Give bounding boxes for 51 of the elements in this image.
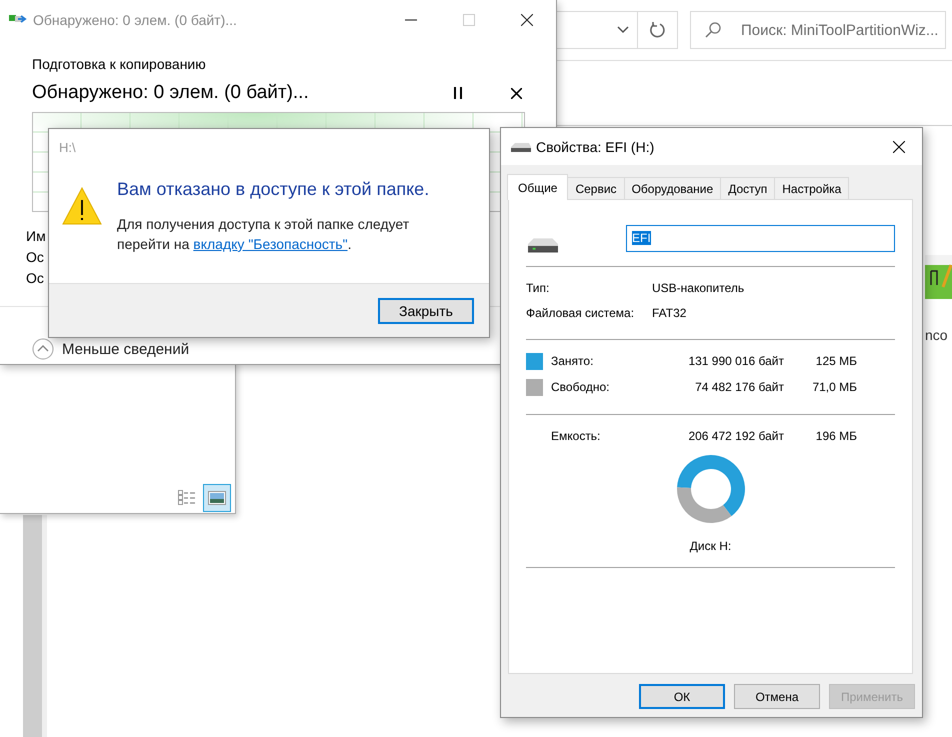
property-label: Файловая система: xyxy=(526,306,636,320)
landscape-icon xyxy=(208,491,226,505)
capacity-size: 196 МБ xyxy=(814,429,857,443)
name-field[interactable]: EFI xyxy=(626,224,895,252)
warning-icon xyxy=(62,187,102,225)
usage-size: 125 МБ xyxy=(814,354,857,368)
property-value: FAT32 xyxy=(652,306,686,320)
usage-label: Свободно: xyxy=(551,380,610,394)
preview-view-button[interactable] xyxy=(203,484,231,512)
property-label: Тип: xyxy=(526,280,550,294)
detail-label: Ос xyxy=(26,269,45,288)
usage-bytes: 131 990 016 байт xyxy=(687,354,784,368)
usage-label: Занято: xyxy=(551,354,594,368)
maximize-icon xyxy=(463,14,475,26)
refresh-button[interactable] xyxy=(637,11,678,49)
drive-icon xyxy=(511,142,531,152)
tab[interactable]: Общие xyxy=(507,174,568,200)
close-button[interactable]: Закрыть xyxy=(378,298,474,324)
refresh-icon xyxy=(648,21,666,39)
drive-icon xyxy=(528,237,558,253)
search-field[interactable]: Поиск: MiniToolPartitionWiz... xyxy=(690,11,946,49)
usage-bytes: 74 482 176 байт xyxy=(694,380,784,394)
chevron-down-icon xyxy=(617,26,629,34)
dialog-button[interactable]: Отмена xyxy=(734,684,820,709)
scrollbar[interactable] xyxy=(23,515,47,737)
window-title: Обнаружено: 0 элем. (0 байт)... xyxy=(33,12,237,28)
access-message: Для получения доступа к этой папке следует перейти на вкладку "Безопасность". xyxy=(117,215,410,254)
window-title: H:\ xyxy=(58,139,76,157)
window-title: Свойства: EFI (H:) xyxy=(536,138,654,154)
list-icon xyxy=(178,490,196,506)
copy-heading: Обнаружено: 0 элем. (0 байт)... xyxy=(32,82,310,104)
chevron-up-icon xyxy=(32,338,54,360)
close-icon xyxy=(893,140,905,152)
close-icon xyxy=(521,14,533,26)
dialog-button[interactable]: ОК xyxy=(639,684,725,709)
error-heading: Вам отказано в доступе к этой папке. xyxy=(117,179,430,200)
copy-status: Подготовка к копированию xyxy=(32,56,207,72)
less-details-toggle[interactable]: Меньше сведений xyxy=(32,338,190,360)
detail-label: Им xyxy=(26,227,46,246)
search-icon xyxy=(704,21,722,39)
capacity-label: Емкость: xyxy=(551,429,602,443)
pause-icon xyxy=(453,87,463,99)
usage-size: 71,0 МБ xyxy=(811,380,857,394)
close-icon xyxy=(510,88,522,98)
property-value: USB-накопитель xyxy=(652,280,744,294)
security-tab-link[interactable]: вкладку "Безопасность" xyxy=(193,236,348,252)
file-name: nco xyxy=(925,327,949,343)
capacity-bytes: 206 472 192 байт xyxy=(687,429,784,443)
tab[interactable]: Настройка xyxy=(774,177,850,199)
chart-title: Диск H: xyxy=(690,539,732,553)
detail-label: Ос xyxy=(26,248,45,267)
